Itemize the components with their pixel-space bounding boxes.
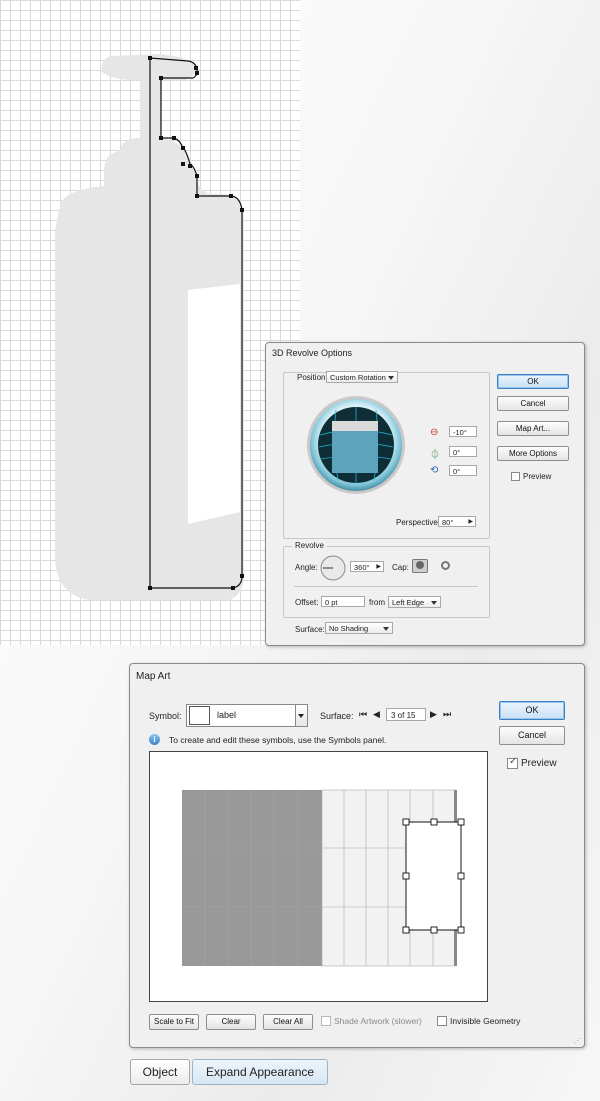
first-surface-icon[interactable]: ⏮ [359, 709, 367, 720]
last-surface-icon[interactable]: ⏭ [443, 709, 451, 720]
revolve-options-dialog: 3D Revolve Options Position: Custom Rota… [265, 342, 585, 646]
bottle-label-area [188, 284, 240, 524]
preview-label: Preview [521, 758, 557, 769]
angle-field[interactable]: 360° ▶ [350, 561, 384, 572]
shade-artwork-label: Shade Artwork (slower) [334, 1016, 422, 1026]
chevron-down-icon [388, 376, 394, 380]
clear-button[interactable]: Clear [206, 1014, 256, 1030]
map-art-canvas[interactable] [149, 751, 488, 1002]
surface-map[interactable] [150, 752, 487, 1001]
resize-grip-icon[interactable]: ⋰ [574, 1037, 581, 1045]
from-select-value: Left Edge [392, 598, 425, 607]
clear-all-button[interactable]: Clear All [263, 1014, 313, 1030]
offset-field[interactable]: 0 pt [321, 596, 365, 607]
cancel-button[interactable]: Cancel [499, 726, 565, 745]
perspective-label: Perspective: [396, 518, 441, 527]
chevron-down-icon [383, 627, 389, 631]
dialog-title: 3D Revolve Options [272, 348, 353, 358]
revolve-group [283, 546, 490, 618]
checkmark-icon: ✓ [509, 756, 518, 767]
scale-to-fit-button[interactable]: Scale to Fit [149, 1014, 199, 1030]
map-art-dialog: Map Art Symbol: label Surface: ⏮ ◀ 3 of … [129, 663, 585, 1048]
x-axis-rotate-icon: ⊖ [430, 427, 439, 438]
surface-label: Surface: [295, 625, 325, 634]
ok-button[interactable]: OK [497, 374, 569, 389]
y-axis-rotate-icon: ⏀ [430, 450, 440, 461]
ok-button[interactable]: OK [499, 701, 565, 720]
symbol-value: label [217, 710, 237, 720]
symbol-label: Symbol: [149, 711, 182, 721]
position-select[interactable]: Custom Rotation [326, 371, 398, 383]
angle-label: Angle: [295, 563, 318, 572]
play-arrow-icon: ▶ [376, 564, 381, 570]
next-surface-icon[interactable]: ▶ [430, 709, 437, 720]
angle-value: 360° [354, 563, 370, 572]
dropdown-arrow [298, 714, 304, 718]
chevron-down-icon [431, 601, 437, 605]
offset-label: Offset: [295, 598, 319, 607]
invisible-geometry-label: Invisible Geometry [450, 1016, 521, 1026]
z-angle-field[interactable]: 0° [449, 465, 477, 476]
surface-select-value: No Shading [329, 624, 369, 633]
position-select-value: Custom Rotation [330, 373, 386, 382]
perspective-value: 80° [442, 518, 454, 527]
shade-artwork-checkbox[interactable] [321, 1016, 331, 1026]
from-label: from [369, 598, 385, 607]
surface-select[interactable]: No Shading [325, 622, 393, 634]
from-select[interactable]: Left Edge [388, 596, 441, 608]
z-axis-rotate-icon: ⟲ [430, 465, 439, 476]
info-icon: i [149, 734, 160, 745]
preview-label: Preview [523, 472, 552, 481]
symbol-select[interactable]: label [186, 704, 308, 727]
position-label: Position: [295, 373, 330, 382]
symbol-swatch [189, 706, 210, 725]
expand-appearance-button[interactable]: Expand Appearance [192, 1059, 328, 1085]
track-cube-preview[interactable] [296, 395, 422, 495]
object-button[interactable]: Object [130, 1059, 190, 1085]
info-text: To create and edit these symbols, use th… [169, 735, 387, 745]
cap-label: Cap: [392, 563, 409, 572]
angle-dial-icon[interactable] [319, 554, 347, 582]
cancel-button[interactable]: Cancel [497, 396, 569, 411]
cap-off-icon[interactable] [441, 561, 450, 570]
dialog-title: Map Art [136, 671, 171, 682]
cap-on-button[interactable] [412, 559, 428, 573]
x-angle-field[interactable]: -10° [449, 426, 477, 437]
revolve-group-label: Revolve [292, 541, 327, 550]
perspective-field[interactable]: 80° ▶ [438, 516, 476, 527]
more-options-button[interactable]: More Options [497, 446, 569, 461]
invisible-geometry-checkbox[interactable] [437, 1016, 447, 1026]
cap-on-icon [416, 561, 424, 569]
bottle-artwork [55, 54, 244, 600]
preview-checkbox[interactable]: ✓ [507, 756, 518, 769]
surface-field[interactable]: 3 of 15 [386, 708, 426, 721]
revolve-divider [294, 586, 478, 587]
previous-surface-icon[interactable]: ◀ [373, 709, 380, 720]
y-angle-field[interactable]: 0° [449, 446, 477, 457]
play-arrow-icon: ▶ [468, 519, 473, 525]
map-art-button[interactable]: Map Art... [497, 421, 569, 436]
surface-label: Surface: [320, 711, 354, 721]
preview-checkbox[interactable] [511, 472, 520, 481]
